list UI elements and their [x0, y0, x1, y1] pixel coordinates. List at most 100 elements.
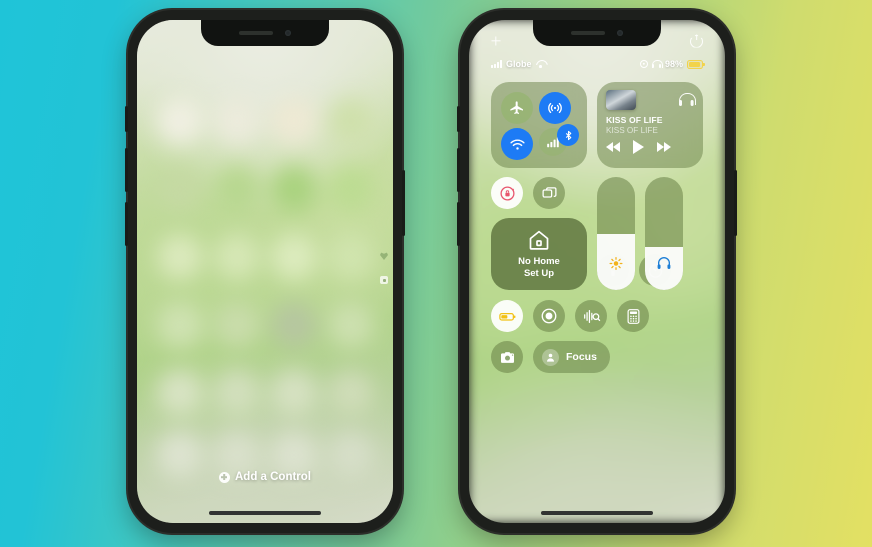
sparkle-icon[interactable] — [491, 37, 500, 46]
mute-switch[interactable] — [125, 106, 128, 132]
front-camera-icon — [285, 30, 291, 36]
brightness-slider[interactable] — [597, 177, 635, 290]
headphones-icon — [656, 255, 672, 276]
album-art — [606, 90, 636, 110]
mute-switch[interactable] — [457, 106, 460, 132]
home-indicator[interactable] — [209, 511, 321, 515]
speaker-grille — [239, 31, 273, 35]
focus-button[interactable]: Focus — [533, 341, 610, 373]
page-dot[interactable] — [380, 276, 388, 284]
add-a-control-label: Add a Control — [234, 471, 312, 483]
rotation-lock-icon — [499, 185, 515, 201]
volume-down-button[interactable] — [457, 202, 460, 246]
power-button[interactable] — [402, 170, 405, 236]
app-icon — [270, 370, 317, 416]
shazam-wave-icon — [583, 309, 600, 323]
battery-icon — [687, 59, 705, 69]
wifi-icon — [509, 138, 525, 150]
headphones-icon — [651, 60, 663, 68]
app-icon — [213, 166, 260, 212]
app-icon — [270, 98, 317, 144]
now-playing-module[interactable]: KISS OF LIFE KISS OF LIFE — [597, 82, 703, 168]
page-indicators[interactable] — [380, 252, 388, 284]
play-button[interactable] — [633, 140, 644, 154]
notch — [201, 20, 329, 46]
next-track-button[interactable] — [657, 142, 671, 152]
left-phone-screen[interactable]: Add a Control — [137, 20, 393, 523]
app-icon — [156, 302, 203, 348]
track-title: KISS OF LIFE — [606, 115, 663, 125]
app-icon — [270, 302, 317, 348]
wifi-toggle[interactable] — [501, 128, 533, 160]
battery-icon — [498, 312, 515, 321]
right-phone-device: Globe 98% KISS OF LIFE KISS OF LIFE No H… — [457, 10, 737, 533]
wifi-icon — [536, 60, 546, 68]
app-icon — [327, 302, 374, 348]
notch — [533, 20, 661, 46]
camera-icon — [500, 351, 514, 363]
app-icon — [156, 370, 203, 416]
bluetooth-icon — [565, 130, 571, 140]
left-phone-device: Add a Control — [125, 10, 405, 533]
calculator-button[interactable] — [617, 300, 649, 332]
sun-icon — [609, 256, 624, 276]
volume-down-button[interactable] — [125, 202, 128, 246]
person-icon — [542, 348, 559, 366]
bluetooth-toggle[interactable] — [557, 124, 579, 146]
screen-mirroring-icon — [541, 186, 557, 198]
calculator-icon — [627, 308, 639, 324]
focus-label: Focus — [566, 351, 597, 363]
app-icon — [156, 98, 203, 144]
rotation-lock-toggle[interactable] — [491, 177, 523, 209]
audio-output-headphones-icon[interactable] — [679, 93, 696, 107]
home-indicator[interactable] — [541, 511, 653, 515]
app-icon — [156, 234, 203, 280]
app-icon — [213, 234, 260, 280]
airdrop-toggle[interactable] — [539, 92, 571, 124]
plus-circle-icon — [218, 471, 230, 483]
track-artist: KISS OF LIFE — [606, 126, 658, 135]
control-center-grid: KISS OF LIFE KISS OF LIFE No Home Set Up… — [469, 82, 725, 373]
airplane-mode-toggle[interactable] — [501, 92, 533, 124]
app-icon — [213, 302, 260, 348]
home-label-line2: Set Up — [523, 268, 555, 279]
airdrop-icon — [548, 102, 562, 114]
volume-slider[interactable] — [645, 177, 683, 290]
app-icon — [156, 166, 203, 212]
power-icon[interactable] — [690, 34, 703, 48]
camera-button[interactable] — [491, 341, 523, 373]
heart-icon — [380, 252, 388, 260]
screen-recording-toggle[interactable] — [533, 300, 565, 332]
record-icon — [541, 308, 557, 324]
carrier-label: Globe — [506, 59, 532, 69]
power-button[interactable] — [734, 170, 737, 236]
app-icon — [327, 98, 374, 144]
home-label-line1: No Home — [518, 256, 560, 267]
volume-up-button[interactable] — [125, 148, 128, 192]
home-icon — [529, 230, 549, 250]
app-icon — [213, 98, 260, 144]
add-a-control-button[interactable]: Add a Control — [137, 471, 393, 483]
bottom-row: Focus — [491, 341, 703, 373]
app-icon — [327, 370, 374, 416]
volume-up-button[interactable] — [457, 148, 460, 192]
home-module[interactable]: No Home Set Up — [491, 218, 587, 290]
cellular-bars-icon — [491, 60, 502, 68]
front-camera-icon — [617, 30, 623, 36]
app-icon — [327, 234, 374, 280]
location-arrow-icon — [639, 60, 648, 68]
utilities-row — [491, 300, 703, 332]
airplane-icon — [510, 101, 523, 114]
right-phone-screen[interactable]: Globe 98% KISS OF LIFE KISS OF LIFE No H… — [469, 20, 725, 523]
speaker-grille — [571, 31, 605, 35]
battery-percent-label: 98% — [664, 59, 683, 69]
connectivity-module[interactable] — [491, 82, 587, 168]
app-icon — [270, 234, 317, 280]
app-icon — [270, 166, 317, 212]
blurred-app-grid — [137, 20, 393, 523]
screen-mirroring-toggle[interactable] — [533, 177, 565, 209]
sound-recognition-toggle[interactable] — [575, 300, 607, 332]
app-icon — [327, 166, 374, 212]
low-power-mode-toggle[interactable] — [491, 300, 523, 332]
previous-track-button[interactable] — [606, 142, 620, 152]
